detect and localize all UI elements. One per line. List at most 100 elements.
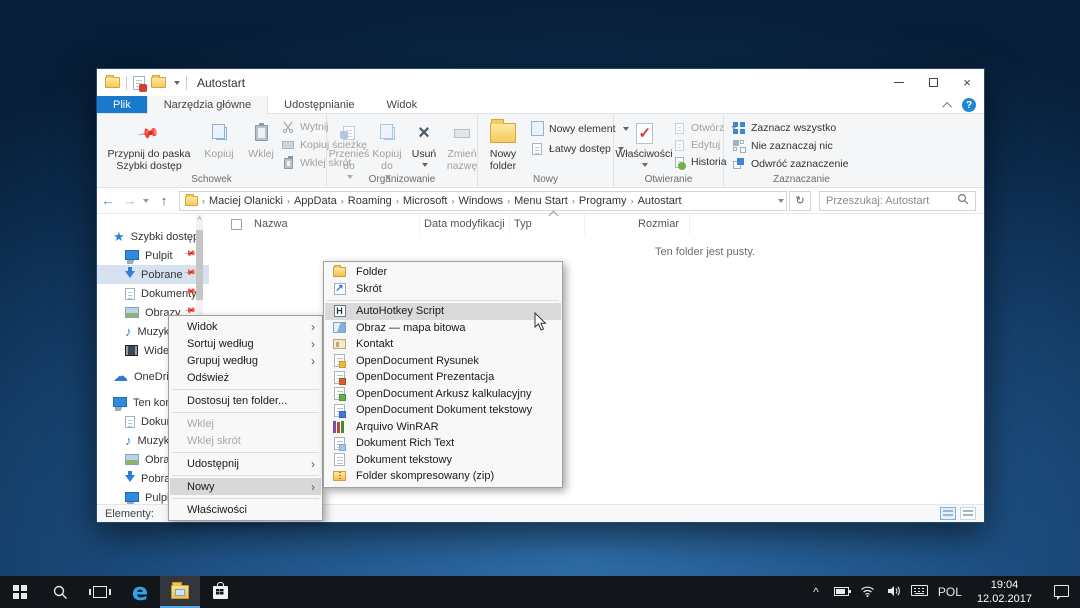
breadcrumb[interactable]: Roaming	[345, 195, 395, 207]
menu-item-paste-shortcut[interactable]: Wklej skrót	[170, 432, 321, 449]
volume-icon[interactable]	[881, 585, 907, 600]
breadcrumb[interactable]: Maciej Olanicki	[206, 195, 286, 207]
copy-to-icon	[384, 127, 395, 140]
forward-button[interactable]: →	[119, 193, 141, 208]
menu-item-view[interactable]: Widok›	[170, 318, 321, 335]
menu-item-customize-folder[interactable]: Dostosuj ten folder...	[170, 392, 321, 409]
breadcrumb[interactable]: Programy	[576, 195, 630, 207]
up-button[interactable]: ↑	[153, 193, 175, 208]
minimize-button[interactable]	[882, 69, 916, 96]
breadcrumb[interactable]: AppData	[291, 195, 340, 207]
edge-button[interactable]: e	[120, 576, 160, 608]
breadcrumb[interactable]: Autostart	[635, 195, 685, 207]
properties-button[interactable]: ✓ Właściwości	[618, 118, 670, 170]
help-icon[interactable]: ?	[962, 98, 976, 112]
column-type[interactable]: Typ	[510, 214, 585, 234]
submenu-item-folder[interactable]: Folder	[325, 264, 561, 281]
column-date-modified[interactable]: Data modyfikacji	[420, 214, 510, 234]
maximize-button[interactable]	[916, 69, 950, 96]
new-item-icon	[530, 122, 544, 136]
menu-item-group-by[interactable]: Grupuj według›	[170, 352, 321, 369]
refresh-button[interactable]: ↻	[789, 191, 811, 211]
folder-icon[interactable]	[105, 77, 120, 88]
column-name[interactable]: Nazwa	[250, 214, 420, 234]
close-button[interactable]: ×	[950, 69, 984, 96]
menu-item-paste[interactable]: Wklej	[170, 415, 321, 432]
properties-icon[interactable]	[133, 76, 145, 90]
menu-item-new[interactable]: Nowy›	[170, 478, 321, 495]
submenu-item-odf-presentation[interactable]: OpenDocument Prezentacja	[325, 369, 561, 386]
store-button[interactable]	[200, 576, 240, 608]
tab-share[interactable]: Udostępnianie	[268, 96, 370, 113]
tab-home[interactable]: Narzędzia główne	[147, 96, 268, 114]
submenu-item-odf-spreadsheet[interactable]: OpenDocument Arkusz kalkulacyjny	[325, 386, 561, 403]
submenu-item-bitmap-image[interactable]: Obraz — mapa bitowa	[325, 320, 561, 337]
keyboard-icon[interactable]	[907, 585, 933, 599]
select-checkbox[interactable]	[231, 219, 242, 230]
start-button[interactable]	[0, 576, 40, 608]
scroll-up-icon[interactable]: ^	[196, 214, 203, 228]
task-view-button[interactable]	[80, 576, 120, 608]
taskbar-clock[interactable]: 19:04 12.02.2017	[967, 578, 1042, 607]
invert-selection-button[interactable]: Odwróć zaznaczenie	[732, 157, 848, 171]
address-dropdown-icon[interactable]	[778, 199, 784, 203]
breadcrumb[interactable]: Microsoft	[400, 195, 451, 207]
new-folder-icon[interactable]	[151, 77, 166, 88]
submenu-item-winrar-archive[interactable]: Arquivo WinRAR	[325, 419, 561, 436]
chevron-down-icon[interactable]	[174, 81, 180, 85]
select-none-button[interactable]: Nie zaznaczaj nic	[732, 139, 848, 153]
submenu-item-contact[interactable]: Kontakt	[325, 336, 561, 353]
tab-file[interactable]: Plik	[97, 96, 147, 113]
copy-button[interactable]: Kopiuj	[199, 118, 239, 175]
sidebar-item-desktop[interactable]: Pulpit 📌	[97, 246, 209, 265]
file-explorer-button[interactable]	[160, 576, 200, 608]
menu-item-share[interactable]: Udostępnij›	[170, 455, 321, 472]
search-input[interactable]: Przeszukaj: Autostart	[819, 191, 976, 211]
move-to-button[interactable]: Przenieś do	[331, 118, 367, 182]
battery-icon[interactable]	[829, 585, 855, 599]
delete-button[interactable]: × Usuń	[407, 118, 441, 182]
store-icon	[213, 586, 228, 599]
rename-icon	[454, 129, 470, 138]
breadcrumb[interactable]: Windows	[455, 195, 506, 207]
sidebar-item-documents[interactable]: Dokumenty 📌	[97, 284, 209, 303]
back-button[interactable]: ←	[97, 193, 119, 208]
search-icon	[52, 584, 68, 600]
address-bar[interactable]: › Maciej Olanicki › AppData › Roaming › …	[179, 191, 787, 211]
wifi-icon[interactable]	[855, 585, 881, 600]
pin-to-quick-access-button[interactable]: 📌 Przypnij do paska Szybki dostęp	[101, 118, 197, 175]
large-icons-view-button[interactable]	[960, 507, 976, 520]
rename-button[interactable]: Zmień nazwę	[443, 118, 481, 182]
select-all-button[interactable]: Zaznacz wszystko	[732, 121, 848, 135]
menu-item-sort-by[interactable]: Sortuj według›	[170, 335, 321, 352]
copy-to-button[interactable]: Kopiuj do	[369, 118, 405, 182]
search-icon[interactable]	[957, 193, 969, 208]
group-new: Nowy folder Nowy element Łatwy dostęp No…	[478, 114, 614, 187]
submenu-item-zip-folder[interactable]: Folder skompresowany (zip)	[325, 468, 561, 485]
taskbar-search-button[interactable]	[40, 576, 80, 608]
language-indicator[interactable]: POL	[933, 585, 967, 599]
column-size[interactable]: Rozmiar	[585, 214, 690, 234]
details-view-button[interactable]	[940, 507, 956, 520]
submenu-item-rich-text-document[interactable]: Dokument Rich Text	[325, 435, 561, 452]
submenu-item-shortcut[interactable]: ↗ Skrót	[325, 281, 561, 298]
submenu-item-odf-drawing[interactable]: OpenDocument Rysunek	[325, 353, 561, 370]
submenu-item-text-document[interactable]: Dokument tekstowy	[325, 452, 561, 469]
submenu-item-autohotkey-script[interactable]: H AutoHotkey Script	[325, 303, 561, 320]
sidebar-item-quick-access[interactable]: ★ Szybki dostęp	[97, 227, 209, 246]
breadcrumb[interactable]: Menu Start	[511, 195, 571, 207]
group-label: Schowek	[97, 174, 326, 185]
odf-text-icon	[332, 403, 347, 418]
submenu-item-odf-text-document[interactable]: OpenDocument Dokument tekstowy	[325, 402, 561, 419]
items-count-label: Elementy:	[105, 508, 154, 520]
tab-view[interactable]: Widok	[371, 96, 434, 113]
tray-chevron-icon[interactable]: ^	[803, 585, 829, 599]
paste-button[interactable]: Wklej	[241, 118, 281, 175]
new-folder-button[interactable]: Nowy folder	[482, 118, 524, 175]
action-center-icon[interactable]	[1042, 585, 1080, 600]
menu-item-properties[interactable]: Właściwości	[170, 501, 321, 518]
scrollbar-thumb[interactable]	[196, 230, 203, 300]
sidebar-item-downloads[interactable]: Pobrane 📌	[97, 265, 209, 284]
menu-item-refresh[interactable]: Odśwież	[170, 369, 321, 386]
recent-locations-icon[interactable]	[141, 196, 153, 205]
